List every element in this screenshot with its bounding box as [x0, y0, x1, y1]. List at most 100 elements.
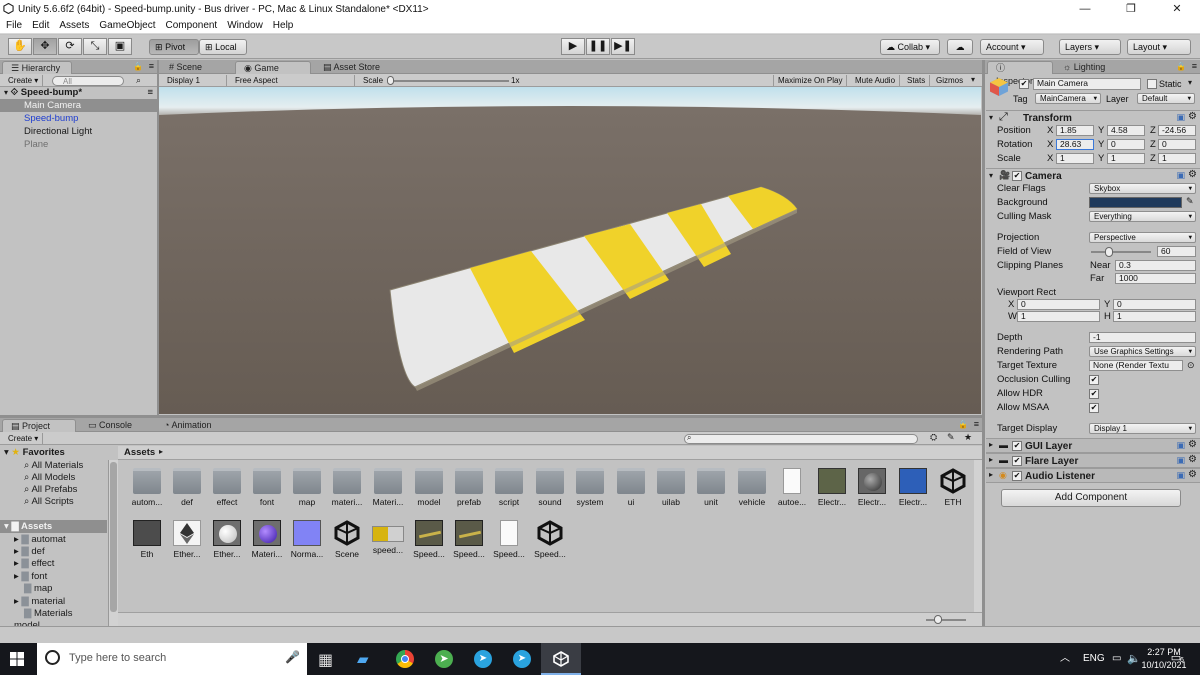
pause-button[interactable]: ❚❚ [586, 38, 610, 55]
depth-field[interactable]: -1 [1089, 332, 1196, 343]
tree-folder[interactable]: ▸ ▇ material [14, 596, 65, 607]
help-icon[interactable]: ▣ [1176, 112, 1185, 123]
scene-menu-icon[interactable]: ≡ [147, 86, 153, 99]
menu-gameobject[interactable]: GameObject [99, 20, 155, 31]
lock-icon[interactable]: 🔒 [133, 62, 143, 71]
rotation-z-field[interactable]: 0 [1158, 139, 1196, 150]
asset-item[interactable]: font [247, 468, 287, 507]
audio-listener-header[interactable]: ▸ ◉ ✔ Audio Listener ▣ ⚙ [986, 468, 1200, 483]
menu-assets[interactable]: Assets [59, 20, 89, 31]
hierarchy-item-plane[interactable]: Plane [0, 138, 157, 151]
stats-toggle[interactable]: Stats [903, 75, 931, 86]
menu-file[interactable]: File [6, 20, 22, 31]
favorite-item[interactable]: ⌕ All Materials [24, 460, 83, 471]
asset-item[interactable]: Speed... [449, 520, 489, 559]
project-create-dropdown[interactable]: Create ▾ [4, 433, 44, 444]
asset-item[interactable]: model [409, 468, 449, 507]
inspector-menu-icon[interactable]: ≡ [1192, 61, 1197, 71]
tree-folder[interactable]: ▸ ▇ effect [14, 558, 54, 569]
far-field[interactable]: 1000 [1115, 273, 1196, 284]
tray-chevron-icon[interactable]: ︿ [1060, 643, 1070, 675]
component-gear-icon[interactable]: ⚙ [1188, 439, 1197, 450]
asset-item[interactable]: Materi... [368, 468, 408, 507]
assets-scrollbar[interactable] [974, 460, 982, 612]
hand-tool-icon[interactable]: ✋ [8, 38, 32, 55]
hierarchy-item-main-camera[interactable]: Main Camera [0, 99, 157, 112]
projection-dropdown[interactable]: Perspective [1089, 232, 1196, 243]
asset-item[interactable]: Electr... [852, 468, 892, 507]
asset-item[interactable]: map [287, 468, 327, 507]
telegram-icon[interactable]: ➤ [474, 650, 492, 668]
camera-enabled-checkbox[interactable]: ✔ [1012, 171, 1022, 181]
gui-layer-header[interactable]: ▸ ▬ ✔ GUI Layer ▣ ⚙ [986, 438, 1200, 453]
hierarchy-search-input[interactable]: All [52, 76, 124, 86]
fov-slider-track[interactable] [1091, 251, 1151, 253]
culling-mask-dropdown[interactable]: Everything [1089, 211, 1196, 222]
asset-item[interactable]: ETH [933, 468, 973, 507]
hierarchy-item-speed-bump[interactable]: Speed-bump [0, 112, 157, 125]
tab-inspector[interactable]: ⓘ Inspector [987, 61, 1053, 86]
hierarchy-item-directional-light[interactable]: Directional Light [0, 125, 157, 138]
assets-root[interactable]: ▾ ▇ Assets [0, 520, 107, 533]
asset-item[interactable]: materi... [327, 468, 367, 507]
move-tool-icon[interactable]: ✥ [33, 38, 57, 55]
asset-item[interactable]: Ether... [207, 520, 247, 559]
collab-button[interactable]: ☁ Collab ▾ [880, 39, 940, 55]
asset-item[interactable]: autoe... [772, 468, 812, 507]
tree-scroll-thumb[interactable] [110, 462, 117, 612]
unity-taskbar-button[interactable] [541, 643, 581, 675]
favorites-header[interactable]: ▾ ★ Favorites [4, 447, 65, 458]
static-dropdown-icon[interactable]: ▾ [1188, 78, 1192, 87]
tab-game[interactable]: ◉ Game [235, 61, 311, 74]
asset-item[interactable]: Norma... [287, 520, 327, 559]
scale-slider-handle[interactable] [387, 76, 394, 85]
game-viewport[interactable] [159, 87, 981, 414]
chrome-icon[interactable] [396, 650, 414, 668]
local-toggle[interactable]: ⊞ Local [199, 39, 247, 55]
maximize-button[interactable]: ❐ [1108, 0, 1154, 18]
tree-folder[interactable]: ▇ map [24, 583, 52, 594]
close-button[interactable]: ✕ [1154, 0, 1200, 18]
zoom-slider-track[interactable] [926, 619, 966, 621]
search-filter-icon[interactable]: ⌕ [136, 75, 141, 86]
transform-header[interactable]: ▾ ⤢ Transform ▣ ⚙ [986, 110, 1200, 125]
position-y-field[interactable]: 4.58 [1107, 125, 1145, 136]
asset-item[interactable]: unit [691, 468, 731, 507]
filter-label-icon[interactable]: ✎ [947, 432, 955, 443]
asset-item[interactable]: Speed... [489, 520, 529, 559]
asset-item[interactable]: vehicle [732, 468, 772, 507]
asset-item[interactable]: uilab [651, 468, 691, 507]
menu-component[interactable]: Component [166, 20, 218, 31]
rotate-tool-icon[interactable]: ⟳ [58, 38, 82, 55]
scale-slider-track[interactable] [389, 80, 509, 82]
tab-lighting[interactable]: ☼ Lighting [1055, 61, 1115, 74]
asset-item[interactable]: Scene [327, 520, 367, 559]
create-dropdown[interactable]: Create ▾ [4, 75, 44, 86]
asset-item[interactable]: Electr... [812, 468, 852, 507]
gui-layer-checkbox[interactable]: ✔ [1012, 441, 1022, 451]
tab-project[interactable]: ▤ Project [2, 419, 76, 432]
project-lock-icon[interactable]: 🔒 [958, 420, 968, 429]
help-icon[interactable]: ▣ [1176, 440, 1185, 451]
favorite-item[interactable]: ⌕ All Scripts [24, 496, 74, 507]
background-color-swatch[interactable] [1089, 197, 1182, 208]
component-gear-icon[interactable]: ⚙ [1188, 469, 1197, 480]
target-display-dropdown[interactable]: Display 1 [1089, 423, 1196, 434]
pivot-toggle[interactable]: ⊞ Pivot [149, 39, 199, 55]
taskbar-search-box[interactable]: Type here to search 🎤 [37, 643, 307, 675]
target-texture-field[interactable]: None (Render Textu [1089, 360, 1183, 371]
tree-folder[interactable]: ▸ ▇ automat [14, 534, 66, 545]
asset-item[interactable]: Ether... [167, 520, 207, 559]
fov-field[interactable]: 60 [1157, 246, 1196, 257]
project-menu-icon[interactable]: ≡ [974, 419, 979, 429]
layout-dropdown[interactable]: Layout ▾ [1127, 39, 1191, 55]
scale-x-field[interactable]: 1 [1056, 153, 1094, 164]
viewport-y-field[interactable]: 0 [1113, 299, 1196, 310]
network-icon[interactable]: ▭ [1112, 643, 1121, 675]
help-icon[interactable]: ▣ [1176, 470, 1185, 481]
component-gear-icon[interactable]: ⚙ [1188, 454, 1197, 465]
asset-item[interactable]: Speed... [530, 520, 570, 559]
step-button[interactable]: ▶❚ [611, 38, 635, 55]
asset-item[interactable]: prefab [449, 468, 489, 507]
project-search-input[interactable] [684, 434, 918, 444]
